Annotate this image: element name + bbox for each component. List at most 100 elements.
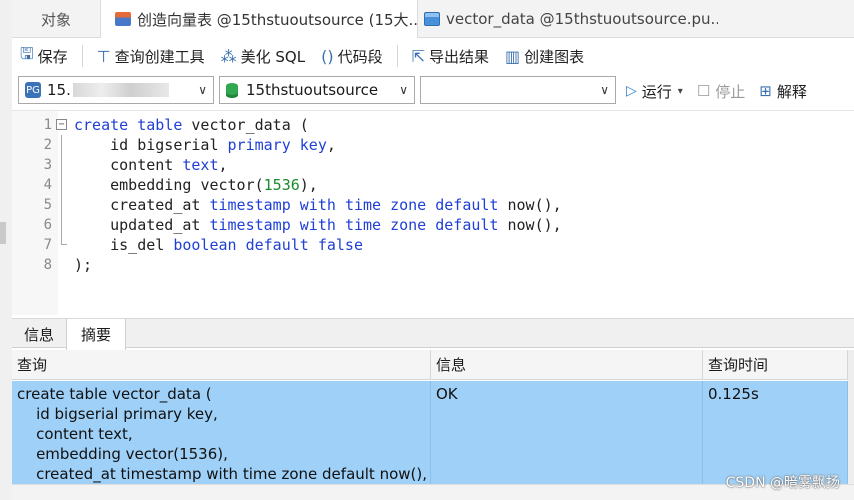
run-controls: ▷ 运行 ▾ ☐ 停止 ⊞ 解释 [626,76,821,106]
fold-guide [61,195,62,215]
line-number: 3 [43,157,52,173]
code-line[interactable]: 5 created_at timestamp with time zone de… [44,195,854,215]
chart-icon: ▥ [505,46,521,66]
code-snippet-button[interactable]: () 代码段 [319,42,385,70]
tab-query-label: 创造向量表 @15thstuoutsource (15大... [137,10,418,29]
export-results-button[interactable]: ⇱ 导出结果 [410,42,491,70]
query-builder-icon: ⊤ [96,46,111,66]
beautify-label: 美化 SQL [240,47,306,66]
line-number: 5 [43,197,52,213]
code-text: updated_at timestamp with time zone defa… [110,216,562,234]
tab-info[interactable]: 信息 [12,319,66,349]
connection-value: 15. [47,81,71,99]
run-label: 运行 [641,82,672,101]
query-builder-label: 查询创建工具 [114,47,205,66]
snippet-label: 代码段 [337,47,383,66]
tab-table-label: vector_data @15thstuoutsource.pu... [446,10,718,28]
tab-query-active[interactable]: 创造向量表 @15thstuoutsource (15大... [100,0,418,38]
fold-guide [61,155,62,175]
stop-button[interactable]: ☐ 停止 [697,81,745,102]
code-text: id bigserial primary key, [110,136,336,154]
chart-label: 创建图表 [524,47,585,66]
left-panel-scroll-thumb[interactable] [0,222,6,244]
fold-guide-end [61,235,67,245]
column-header-query[interactable]: 查询 [12,350,431,380]
connection-select[interactable]: PG 15. ∨ [18,76,214,104]
code-line[interactable]: 6 updated_at timestamp with time zone de… [44,215,854,235]
save-label: 保存 [37,47,68,66]
code-text: ); [74,256,93,274]
line-number: 4 [43,177,52,193]
save-button[interactable]: 🖫 保存 [18,42,70,70]
code-line[interactable]: 8); [44,255,854,275]
redacted-text [72,83,169,97]
fold-guide [61,135,62,155]
watermark: CSDN @暗雾飘扬 [725,475,840,491]
toolbar-divider [81,45,83,67]
result-tabs: 信息 摘要 [12,318,854,350]
column-header-message[interactable]: 信息 [431,350,703,380]
save-icon: 🖫 [20,43,34,63]
cell-message[interactable]: OK [431,381,703,484]
tab-summary-label: 摘要 [80,326,111,344]
schema-select[interactable]: ∨ [420,76,616,104]
code-text: create table vector_data ( [74,116,309,134]
export-label: 导出结果 [428,47,489,66]
result-grid: 查询 信息 查询时间 create table vector_data ( id… [12,350,854,484]
cell-time[interactable]: 0.125s [703,381,848,484]
snippet-icon: () [321,46,334,66]
tab-info-label: 信息 [23,325,54,344]
line-number: 7 [43,237,52,253]
tab-objects-label: 对象 [40,10,71,29]
code-text: created_at timestamp with time zone defa… [110,196,562,214]
explain-label: 解释 [776,82,807,101]
code-text: embedding vector(1536), [110,176,318,194]
code-line[interactable]: 7 is_del boolean default false [44,235,854,255]
line-number: 1 [43,117,52,133]
line-number: 6 [43,217,52,233]
beautify-sql-button[interactable]: ⁂ 美化 SQL [219,42,307,70]
export-icon: ⇱ [411,46,425,66]
run-button[interactable]: ▷ 运行 ▾ [626,81,683,102]
cell-query[interactable]: create table vector_data ( id bigserial … [12,381,431,484]
create-chart-button[interactable]: ▥ 创建图表 [503,42,586,70]
connection-bar: PG 15. ∨ 15thstuoutsource ∨ ∨ ▷ 运行 ▾ ☐ 停止 ⊞… [12,76,854,106]
tab-objects[interactable]: 对象 [12,0,100,38]
fold-guide [61,215,62,235]
database-icon [226,82,238,98]
code-line[interactable]: 2 id bigserial primary key, [44,135,854,155]
query-builder-button[interactable]: ⊤ 查询创建工具 [95,42,207,70]
code-line[interactable]: 1− create table vector_data ( [44,115,854,135]
explain-button[interactable]: ⊞ 解释 [759,81,807,102]
database-select[interactable]: 15thstuoutsource ∨ [219,76,415,104]
explain-icon: ⊞ [759,82,772,100]
database-value: 15thstuoutsource [246,81,379,99]
left-panel-edge [0,0,12,500]
tab-summary[interactable]: 摘要 [66,319,126,350]
code-line[interactable]: 4 embedding vector(1536), [44,175,854,195]
grid-header: 查询 信息 查询时间 [12,350,854,380]
toolbar-divider [396,45,398,67]
code-line[interactable]: 3 content text, [44,155,854,175]
beautify-icon: ⁂ [220,46,237,66]
server-icon: PG [25,82,41,98]
table-icon [424,12,440,26]
fold-toggle-icon[interactable]: − [56,119,67,130]
tab-table[interactable]: vector_data @15thstuoutsource.pu... [418,0,718,38]
table-row[interactable]: create table vector_data ( id bigserial … [12,381,848,484]
vertical-scrollbar[interactable] [848,350,854,484]
column-header-time[interactable]: 查询时间 [703,350,848,380]
line-number: 2 [43,137,52,153]
stop-icon: ☐ [696,82,711,100]
chevron-down-icon: ∨ [399,83,408,97]
play-icon: ▷ [626,83,637,99]
stop-label: 停止 [715,82,746,101]
chevron-down-icon: ∨ [198,83,207,97]
code-text: is_del boolean default false [110,236,363,254]
code-area[interactable]: 1− create table vector_data (2 id bigseri… [44,115,854,275]
query-icon [115,12,131,26]
caret-down-icon[interactable]: ▾ [678,86,683,97]
tab-bar: 对象 创造向量表 @15thstuoutsource (15大... vecto… [12,0,854,38]
sql-editor[interactable]: 1− create table vector_data (2 id bigseri… [12,110,854,315]
fold-guide [61,175,62,195]
